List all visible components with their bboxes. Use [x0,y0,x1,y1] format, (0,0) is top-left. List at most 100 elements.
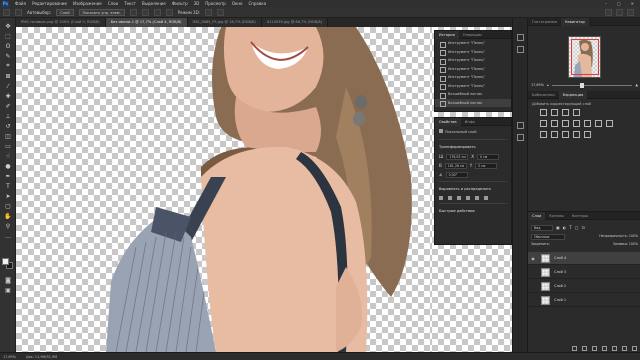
photo-filter-icon[interactable] [584,120,591,127]
layer-name[interactable]: Слой 3 [554,270,566,274]
history-item[interactable]: Волшебный ластик [435,90,511,99]
move-tool-icon[interactable] [15,8,22,16]
menu-view[interactable]: Просмотр [205,0,226,7]
lasso-tool-icon[interactable]: ʘ [4,42,12,50]
align-center-icon[interactable] [141,8,149,16]
color-balance-icon[interactable] [562,120,569,127]
zoom-slider[interactable] [551,82,633,88]
layer-row[interactable]: Слой 3 [528,266,640,279]
height-field[interactable]: 181,28 см [444,162,467,169]
tab-4115935[interactable]: 4115935.jpg @ 66,7% (RGB/8) [261,18,329,27]
align-top-edges-icon[interactable] [466,195,470,200]
layer-filter-dropdown[interactable]: Вид [531,224,553,231]
navigator-thumbnail[interactable] [568,36,601,78]
smudge-tool-icon[interactable]: ☝ [4,152,12,160]
history-panel-icon[interactable] [517,34,524,41]
pen-tool-icon[interactable]: ✒ [4,172,12,180]
rectangle-tool-icon[interactable]: ▢ [4,202,12,210]
home-icon[interactable] [3,8,10,16]
menu-filter[interactable]: Фильтр [172,0,188,7]
info-panel-icon[interactable] [517,134,524,141]
history-item[interactable]: Инструмент "Палец" [435,65,511,74]
hand-tool-icon[interactable]: ✋ [4,212,12,220]
quick-select-tool-icon[interactable]: ✎ [4,52,12,60]
curves-icon[interactable] [562,109,569,116]
tab-untitled-1[interactable]: Без имени-1 @ 17,7% (Слой 4, RGB/8) [105,18,188,27]
history-item[interactable]: Инструмент "Палец" [435,48,511,57]
menu-help[interactable]: Справка [248,0,266,7]
tab-paths[interactable]: Контуры [568,212,592,220]
new-adjustment-icon[interactable] [602,345,607,351]
align-header[interactable]: Выровнять и распределить [435,184,511,194]
link-layers-icon[interactable] [572,345,577,351]
zoom-in-icon[interactable]: ▲ [635,83,638,87]
filter-smart-object-icon[interactable]: ⊡ [582,225,585,230]
auto-select-dropdown[interactable]: Слой [56,8,74,16]
add-style-icon[interactable] [582,345,587,351]
layer-name[interactable]: Слой 2 [554,284,566,288]
history-item-selected[interactable]: Волшебный ластик [435,98,511,107]
exposure-icon[interactable] [573,109,580,116]
zoom-slider-knob[interactable] [579,82,584,88]
tab-img-0885[interactable]: IMG_0885_PS.jpg @ 16,7% (RGB/8) [187,18,262,27]
posterize-icon[interactable] [551,131,558,138]
menu-layer[interactable]: Слои [108,0,118,7]
history-item[interactable]: Инструмент "Палец" [435,56,511,65]
zoom-tool-icon[interactable]: ⚲ [4,222,12,230]
distribute-icon[interactable] [165,8,173,16]
menu-window[interactable]: Окно [232,0,243,7]
visibility-eye-icon[interactable]: ◉ [528,256,538,261]
eraser-tool-icon[interactable]: ◫ [4,132,12,140]
layer-row[interactable]: Слой 2 [528,280,640,293]
vibrance-icon[interactable] [540,120,547,127]
tab-adjustments[interactable]: Коррекция [558,91,588,99]
show-transform-controls-checkbox[interactable]: Показать упр. элем. [78,8,125,16]
tab-navigator[interactable]: Навигатор [560,18,589,26]
tab-properties[interactable]: Свойства [435,118,461,126]
layer-name[interactable]: Слой 1 [554,298,566,302]
filter-pixel-icon[interactable]: ▣ [556,225,560,230]
orbit-3d-icon[interactable] [205,8,212,16]
dodge-tool-icon[interactable]: ● [4,162,12,170]
opacity-value[interactable]: 100% [629,234,638,238]
healing-brush-tool-icon[interactable]: ✚ [4,92,12,100]
align-right-icon[interactable] [153,8,161,16]
menu-select[interactable]: Выделение [142,0,166,7]
align-left-icon[interactable] [129,8,137,16]
blend-mode-dropdown[interactable]: Обычные [531,234,565,240]
close-icon[interactable]: ✕ [631,1,634,6]
new-layer-icon[interactable] [622,345,627,351]
status-zoom[interactable]: 17,69% [3,355,16,359]
channel-mixer-icon[interactable] [595,120,602,127]
properties-panel-icon[interactable] [517,122,524,129]
search-icon[interactable] [605,8,612,16]
navigator-zoom-value[interactable]: 17,69% [531,83,544,87]
tab-channels[interactable]: Каналы [545,212,567,220]
actions-panel-icon[interactable] [517,46,524,53]
zoom-out-icon[interactable]: ▴ [547,83,549,87]
move-tool-icon[interactable]: ✥ [4,22,12,30]
filter-type-icon[interactable]: T [569,225,571,230]
align-hcenter-icon[interactable] [448,195,452,200]
align-bottom-edges-icon[interactable] [484,195,488,200]
workspace-icon[interactable] [616,8,623,16]
eyedropper-tool-icon[interactable]: ⁄ [4,82,12,90]
tab-info[interactable]: Инфо [461,118,479,126]
tab-history[interactable]: История [435,31,459,39]
tab-libraries[interactable]: Библиотеки [528,91,559,99]
marquee-tool-icon[interactable]: ⬚ [4,32,12,40]
menu-3d[interactable]: 3D [194,0,200,7]
align-left-edges-icon[interactable] [439,195,443,200]
path-selection-tool-icon[interactable]: ➤ [4,192,12,200]
delete-layer-icon[interactable] [632,345,637,351]
history-item[interactable]: Инструмент "Палец" [435,39,511,48]
layer-row-selected[interactable]: ◉ Слой 4 [528,252,640,265]
threshold-icon[interactable] [562,131,569,138]
brightness-contrast-icon[interactable] [540,109,547,116]
new-group-icon[interactable] [612,345,617,351]
history-item[interactable]: Инструмент "Палец" [435,73,511,82]
brush-tool-icon[interactable]: ✐ [4,102,12,110]
type-tool-icon[interactable]: T [4,182,12,190]
width-field[interactable]: 176,03 см [446,153,469,160]
frame-tool-icon[interactable]: ⊠ [4,72,12,80]
